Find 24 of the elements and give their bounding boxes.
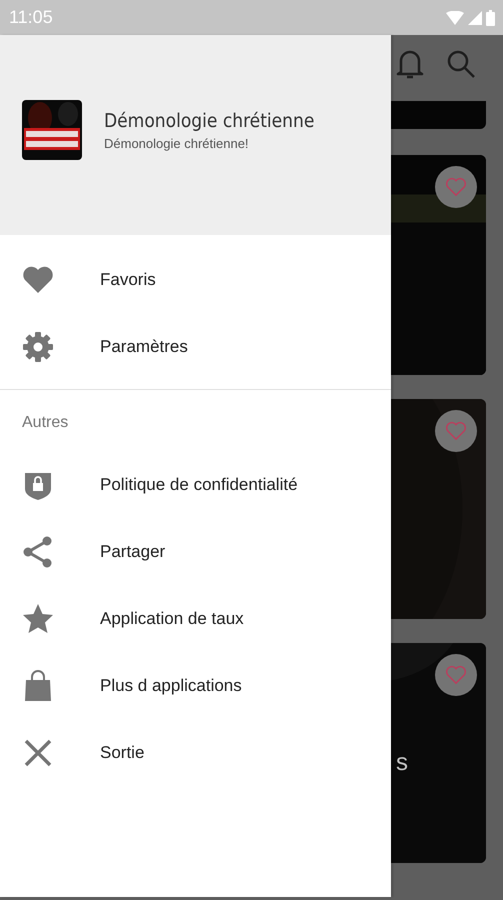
search-icon[interactable] [446, 49, 476, 79]
status-time: 11:05 [9, 7, 53, 28]
battery-icon [486, 10, 495, 26]
menu-item[interactable]: Partager [0, 518, 391, 585]
shopping-bag-icon [22, 670, 54, 702]
menu-item[interactable]: Application de taux [0, 585, 391, 652]
share-icon [22, 536, 54, 568]
menu-item[interactable]: Sortie [0, 719, 391, 786]
signal-icon [468, 10, 482, 24]
app-title: Démonologie chrétienne [104, 110, 314, 132]
menu-item[interactable]: Plus d applications [0, 652, 391, 719]
menu-item[interactable]: Favoris [0, 246, 391, 313]
section-label: Autres [21, 413, 70, 433]
heart-icon [445, 665, 467, 685]
app-subtitle: Démonologie chrétienne! [104, 136, 250, 150]
menu-item[interactable]: Paramètres [0, 313, 391, 380]
heart-icon [445, 177, 467, 197]
wifi-icon [446, 10, 464, 24]
gear-icon [22, 330, 54, 362]
menu-item[interactable]: Politique de confidentialité [0, 451, 391, 518]
heart-icon [445, 421, 467, 441]
bell-icon[interactable] [396, 48, 424, 80]
card-caption: s [396, 749, 408, 777]
star-icon [22, 602, 54, 634]
